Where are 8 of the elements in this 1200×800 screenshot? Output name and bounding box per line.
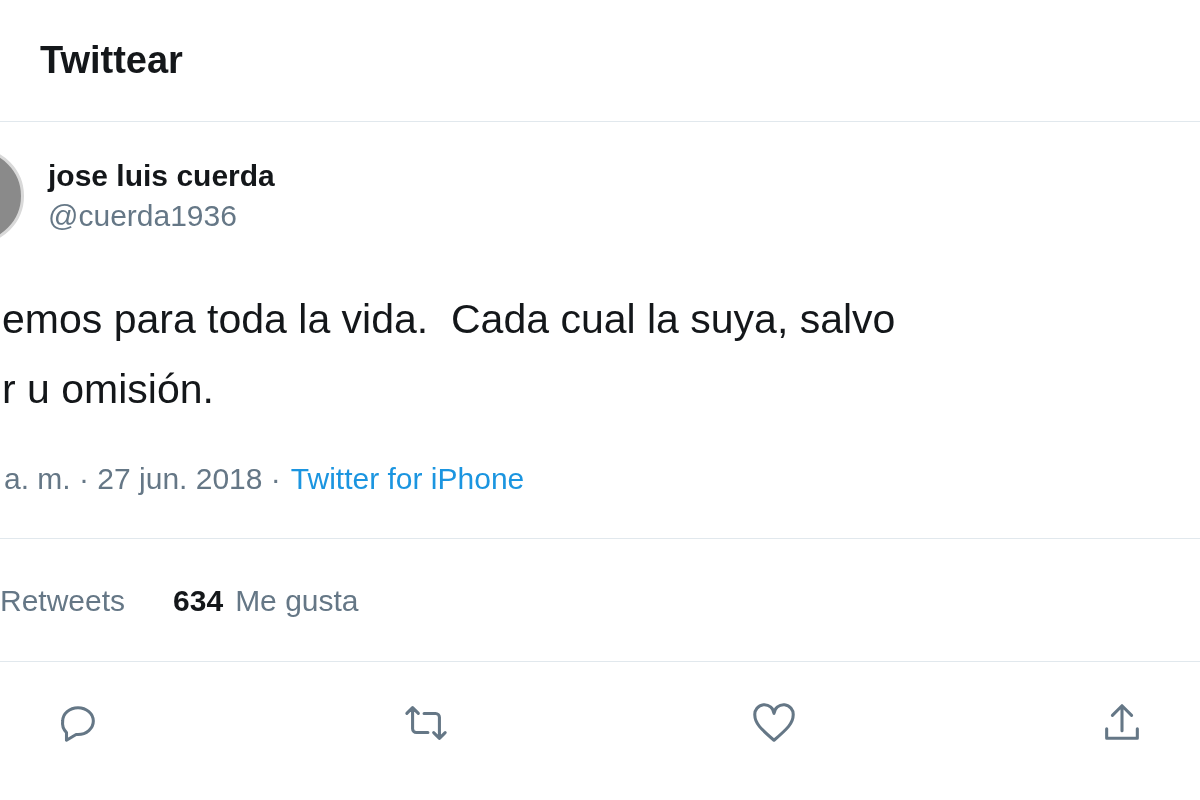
stat-link[interactable]: 634 Me gusta [173,577,359,623]
author-name[interactable]: jose luis cuerda [48,156,275,196]
page-title: Twittear [40,38,183,83]
source-link[interactable]: Twitter for iPhone [290,455,525,501]
tweet-text: emos para toda la vida. Cada cual la suya, salvo r u omisión. [1,295,897,414]
stat-link[interactable]: Retweets [0,577,126,623]
tweet-timestamp[interactable]: a. m. · 27 jun. 2018 · [4,455,281,501]
author-handle[interactable]: @cuerda1936 [48,196,275,236]
